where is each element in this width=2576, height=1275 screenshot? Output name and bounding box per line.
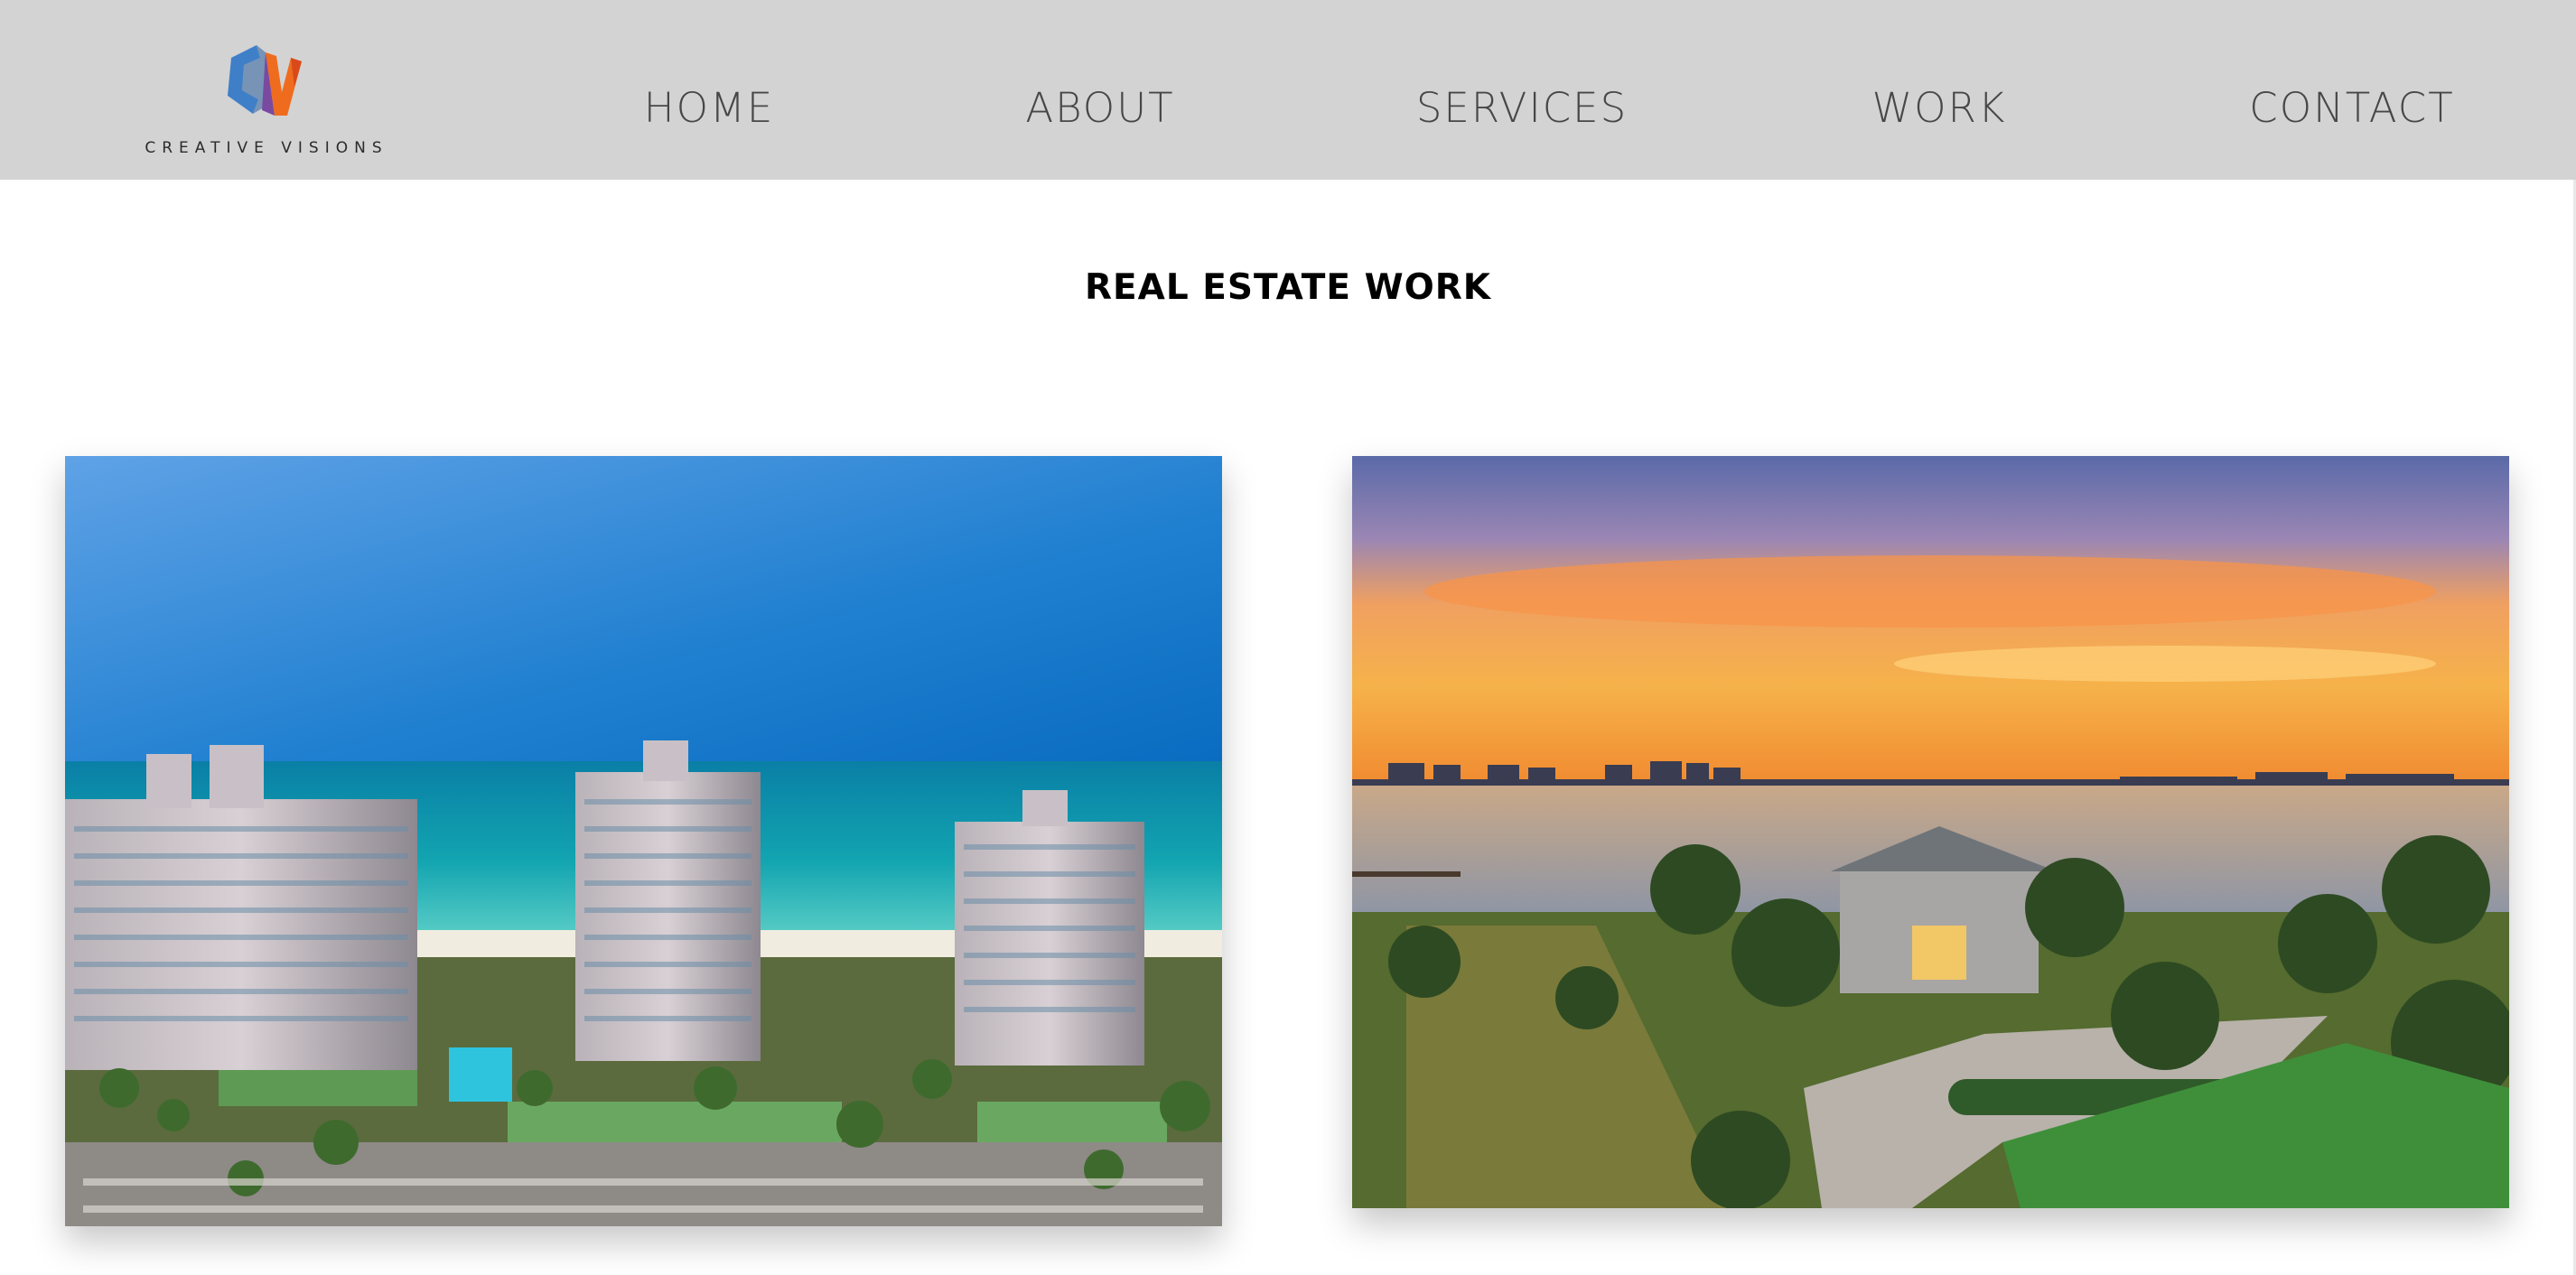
section-title: REAL ESTATE WORK: [1085, 267, 1491, 308]
nav-contact[interactable]: CONTACT: [2249, 81, 2454, 135]
nav-about[interactable]: ABOUT: [1025, 81, 1174, 135]
gallery-photo-beach-condos[interactable]: [65, 456, 1222, 1226]
site-header: CREATIVE VISIONS HOME ABOUT SERVICES WOR…: [0, 0, 2576, 180]
main-nav: HOME ABOUT SERVICES WORK CONTACT: [0, 0, 2576, 180]
nav-home[interactable]: HOME: [644, 81, 775, 135]
page: CREATIVE VISIONS HOME ABOUT SERVICES WOR…: [0, 0, 2576, 1275]
sunset-estate-image: [1352, 456, 2509, 1208]
gallery-photo-sunset-estate[interactable]: [1352, 456, 2509, 1208]
nav-services[interactable]: SERVICES: [1416, 81, 1628, 135]
nav-work[interactable]: WORK: [1872, 81, 2007, 135]
beach-condos-image: [65, 456, 1222, 1226]
